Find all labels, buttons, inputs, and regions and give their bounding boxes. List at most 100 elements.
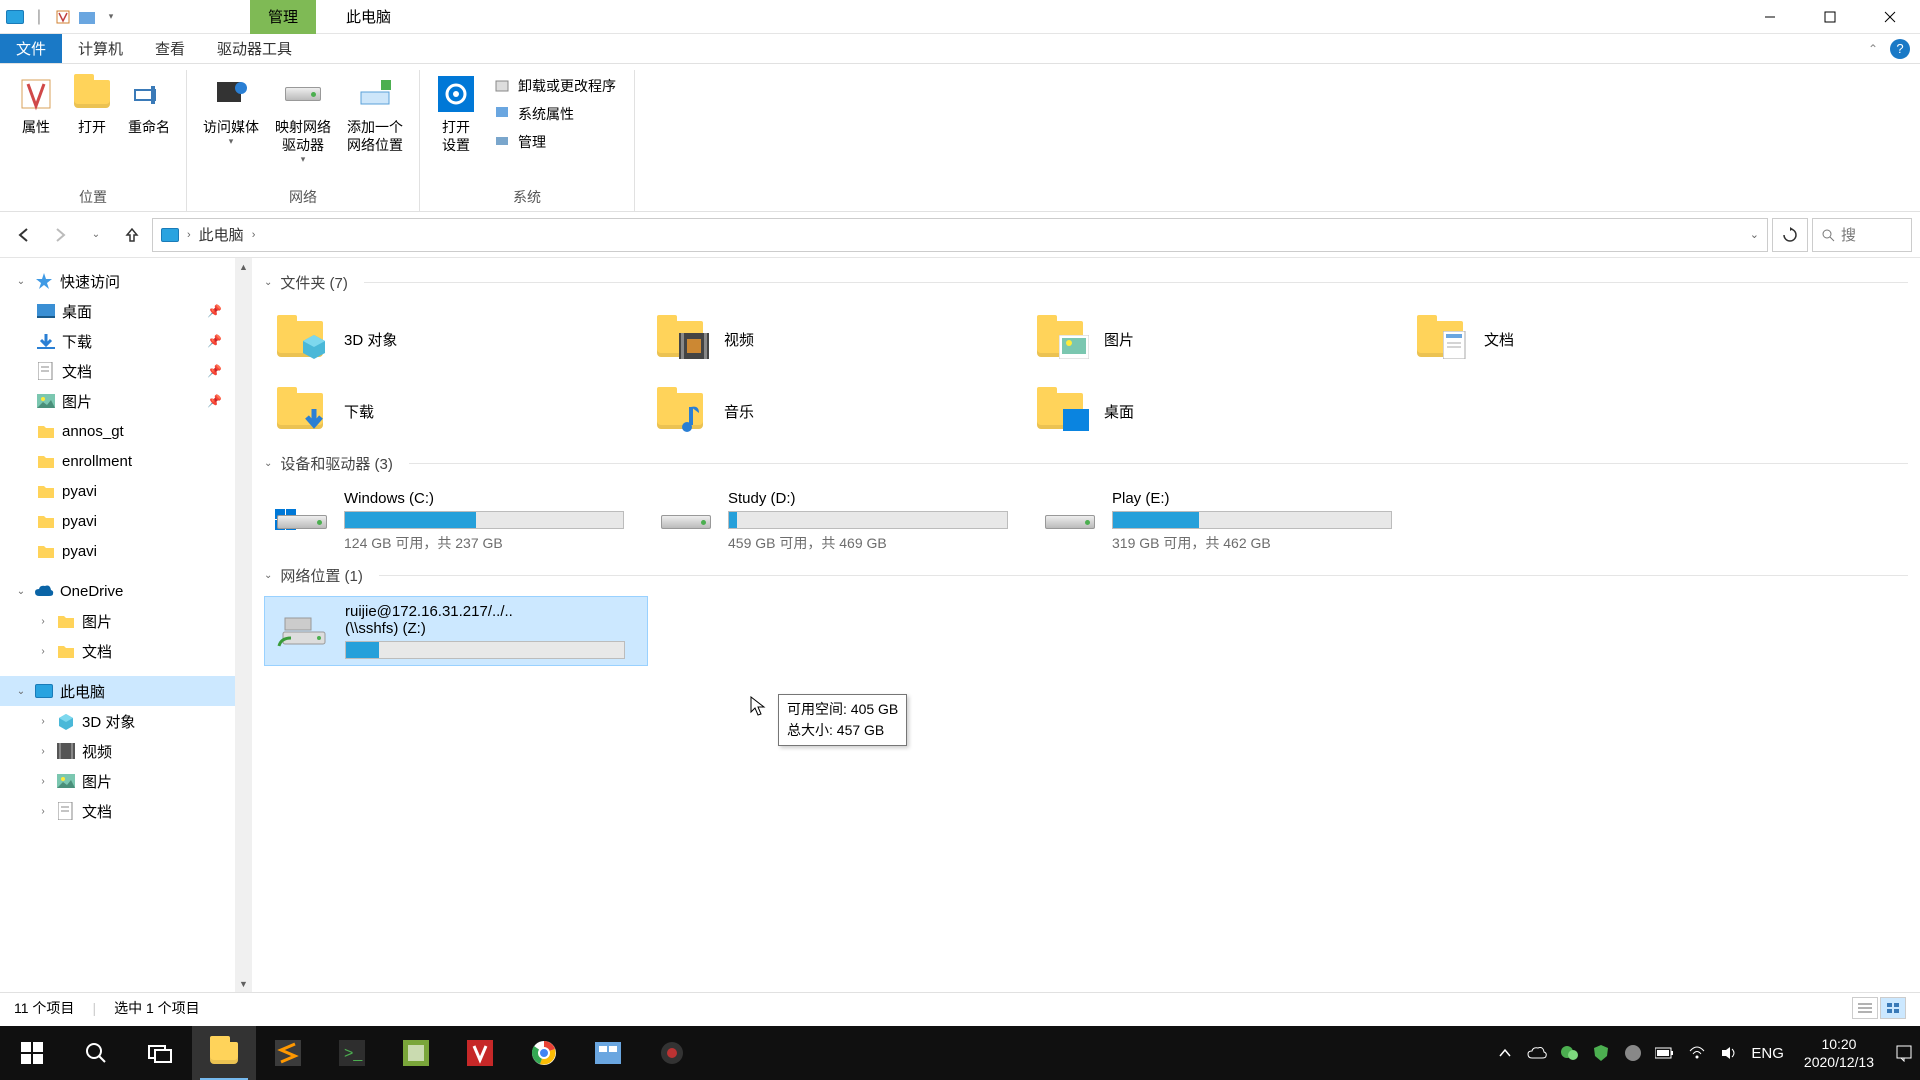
qat-folder-icon[interactable] <box>78 8 96 26</box>
sidebar-item[interactable]: › 图片 <box>0 766 252 796</box>
breadcrumb-this-pc[interactable]: 此电脑 <box>199 224 244 245</box>
breadcrumb[interactable]: › 此电脑 › ⌄ <box>152 218 1768 252</box>
sidebar-item[interactable]: › 3D 对象 <box>0 706 252 736</box>
expand-icon[interactable]: › <box>36 616 50 627</box>
folder-item[interactable]: 桌面 <box>1024 375 1404 447</box>
expand-icon[interactable]: › <box>36 646 50 657</box>
sidebar-item[interactable]: pyavi <box>0 476 252 506</box>
expand-icon[interactable]: ⌄ <box>14 276 28 287</box>
sidebar-item[interactable]: › 文档 <box>0 636 252 666</box>
tray-battery-icon[interactable] <box>1655 1043 1675 1063</box>
maximize-button[interactable] <box>1800 0 1860 34</box>
close-button[interactable] <box>1860 0 1920 34</box>
system-props-button[interactable]: 系统属性 <box>488 102 622 126</box>
folder-item[interactable]: 文档 <box>1404 303 1784 375</box>
taskbar-terminal[interactable]: >_ <box>320 1026 384 1080</box>
folder-item[interactable]: 图片 <box>1024 303 1404 375</box>
open-settings-button[interactable]: 打开 设置 <box>428 70 484 187</box>
task-view-button[interactable] <box>128 1026 192 1080</box>
taskbar-explorer[interactable] <box>192 1026 256 1080</box>
folder-item[interactable]: 视频 <box>644 303 1024 375</box>
section-folders[interactable]: ⌄文件夹 (7) <box>264 272 1908 293</box>
drive-item[interactable]: Study (D:) 459 GB 可用，共 469 GB <box>648 484 1032 559</box>
sidebar-item[interactable]: pyavi <box>0 506 252 536</box>
back-button[interactable] <box>8 219 40 251</box>
tray-expand-icon[interactable] <box>1495 1043 1515 1063</box>
manage-context-tab[interactable]: 管理 <box>250 0 316 34</box>
scroll-down-icon[interactable]: ▼ <box>235 975 252 992</box>
search-button[interactable] <box>64 1026 128 1080</box>
search-input[interactable]: 搜 <box>1812 218 1912 252</box>
tray-clock[interactable]: 10:202020/12/13 <box>1796 1035 1882 1071</box>
expand-icon[interactable]: ⌄ <box>14 686 28 697</box>
expand-icon[interactable]: › <box>36 716 50 727</box>
details-view-button[interactable] <box>1852 997 1878 1019</box>
sidebar-item[interactable]: 下载 📌 <box>0 326 252 356</box>
properties-button[interactable]: 属性 <box>8 70 64 187</box>
sidebar-item[interactable]: › 文档 <box>0 796 252 826</box>
sidebar-this-pc[interactable]: ⌄此电脑 <box>0 676 252 706</box>
up-button[interactable] <box>116 219 148 251</box>
qat-dropdown-icon[interactable]: ▾ <box>102 8 120 26</box>
address-dropdown-icon[interactable]: ⌄ <box>1750 228 1759 241</box>
folder-item[interactable]: 3D 对象 <box>264 303 644 375</box>
sidebar-item[interactable]: annos_gt <box>0 416 252 446</box>
tab-view[interactable]: 查看 <box>139 34 201 63</box>
folder-item[interactable]: 下载 <box>264 375 644 447</box>
folder-item[interactable]: 音乐 <box>644 375 1024 447</box>
sidebar-item[interactable]: › 图片 <box>0 606 252 636</box>
minimize-button[interactable] <box>1740 0 1800 34</box>
sidebar-quick-access[interactable]: ⌄快速访问 <box>0 266 252 296</box>
tray-wifi-icon[interactable] <box>1687 1043 1707 1063</box>
sidebar-item[interactable]: enrollment <box>0 446 252 476</box>
drive-item[interactable]: Windows (C:) 124 GB 可用，共 237 GB <box>264 484 648 559</box>
taskbar-record[interactable] <box>640 1026 704 1080</box>
taskbar-pdf[interactable] <box>448 1026 512 1080</box>
tray-wechat-icon[interactable] <box>1559 1043 1579 1063</box>
sidebar-item[interactable]: 桌面 📌 <box>0 296 252 326</box>
uninstall-button[interactable]: 卸载或更改程序 <box>488 74 622 98</box>
tray-notification-icon[interactable] <box>1894 1043 1914 1063</box>
tab-drive-tools[interactable]: 驱动器工具 <box>201 34 308 63</box>
expand-icon[interactable]: ⌄ <box>14 586 28 597</box>
refresh-button[interactable] <box>1772 218 1808 252</box>
tiles-view-button[interactable] <box>1880 997 1906 1019</box>
section-drives[interactable]: ⌄设备和驱动器 (3) <box>264 453 1908 474</box>
forward-button[interactable] <box>44 219 76 251</box>
sidebar-item[interactable]: 文档 📌 <box>0 356 252 386</box>
expand-icon[interactable]: › <box>36 746 50 757</box>
tray-onedrive-icon[interactable] <box>1527 1043 1547 1063</box>
section-network[interactable]: ⌄网络位置 (1) <box>264 565 1908 586</box>
properties-icon[interactable] <box>54 8 72 26</box>
taskbar-app-blue[interactable] <box>576 1026 640 1080</box>
collapse-ribbon-icon[interactable]: ⌃ <box>1868 42 1878 56</box>
sidebar-onedrive[interactable]: ⌄OneDrive <box>0 576 252 606</box>
tray-shield-icon[interactable] <box>1591 1043 1611 1063</box>
sidebar-item[interactable]: 图片 📌 <box>0 386 252 416</box>
expand-icon[interactable]: › <box>36 806 50 817</box>
sidebar-item[interactable]: › 视频 <box>0 736 252 766</box>
add-network-button[interactable]: 添加一个 网络位置 <box>339 70 411 187</box>
taskbar-sublime[interactable] <box>256 1026 320 1080</box>
taskbar-chrome[interactable] <box>512 1026 576 1080</box>
help-icon[interactable]: ? <box>1890 39 1910 59</box>
manage-button[interactable]: 管理 <box>488 130 622 154</box>
drive-item[interactable]: Play (E:) 319 GB 可用，共 462 GB <box>1032 484 1416 559</box>
taskbar-app-green[interactable] <box>384 1026 448 1080</box>
tab-computer[interactable]: 计算机 <box>62 34 139 63</box>
sidebar-item[interactable]: pyavi <box>0 536 252 566</box>
recent-dropdown[interactable]: ⌄ <box>80 219 112 251</box>
tray-volume-icon[interactable] <box>1719 1043 1739 1063</box>
tray-globe-icon[interactable] <box>1623 1043 1643 1063</box>
start-button[interactable] <box>0 1026 64 1080</box>
rename-button[interactable]: 重命名 <box>120 70 178 187</box>
tab-file[interactable]: 文件 <box>0 34 62 63</box>
access-media-button[interactable]: 访问媒体 ▾ <box>195 70 267 187</box>
network-drive-item[interactable]: ruijie@172.16.31.217/../..(\\sshfs) (Z:) <box>264 596 648 666</box>
map-network-button[interactable]: 映射网络 驱动器 ▾ <box>267 70 339 187</box>
expand-icon[interactable]: › <box>36 776 50 787</box>
scroll-up-icon[interactable]: ▲ <box>235 258 252 275</box>
sidebar-scrollbar[interactable]: ▲ ▼ <box>235 258 252 992</box>
open-button[interactable]: 打开 <box>64 70 120 187</box>
tray-language[interactable]: ENG <box>1751 1045 1784 1062</box>
